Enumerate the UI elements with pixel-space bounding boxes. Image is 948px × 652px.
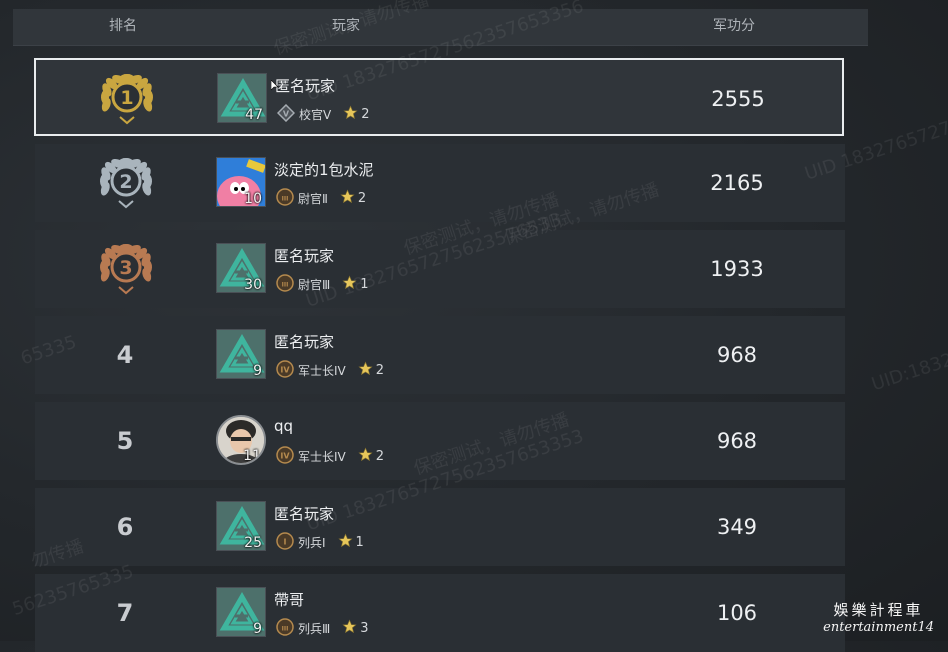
player-avatar[interactable]: 9 — [216, 329, 266, 379]
leaderboard-row[interactable]: 7 9 帶哥 III 列兵Ⅲ 3 106 — [35, 574, 845, 652]
star-count: 2 — [357, 190, 367, 206]
rank-number: 3 — [119, 257, 132, 279]
rank-number: 7 — [116, 599, 134, 627]
brand-title: 娛樂計程車 — [833, 601, 924, 619]
merit-score: 349 — [716, 515, 758, 539]
player-level: 9 — [253, 363, 262, 379]
player-level: 25 — [244, 535, 262, 551]
merit-score: 968 — [716, 429, 758, 453]
star-icon — [342, 275, 360, 293]
military-rank-icon: V — [276, 103, 299, 125]
svg-text:III: III — [282, 625, 289, 632]
rank-medal-icon: 3 — [95, 243, 157, 295]
military-rank-icon: III — [276, 273, 298, 295]
military-rank-icon: I — [276, 531, 298, 553]
rank-number: 6 — [116, 513, 134, 541]
military-rank: I 列兵Ⅰ 1 — [276, 531, 364, 553]
header-score: 军功分 — [713, 18, 755, 34]
header-rank: 排名 — [109, 18, 137, 34]
rank-number: 1 — [120, 87, 133, 109]
military-rank-title: 校官V — [299, 107, 332, 122]
svg-text:I: I — [284, 537, 287, 546]
star-count: 2 — [375, 448, 385, 464]
star-count: 2 — [361, 106, 370, 122]
player-avatar[interactable]: 30 — [216, 243, 266, 293]
player-level: 9 — [253, 621, 262, 637]
player-avatar[interactable]: 10 — [216, 157, 266, 207]
military-rank-icon: IV — [276, 445, 298, 467]
military-rank-title: 尉官Ⅲ — [298, 277, 331, 292]
leaderboard-row[interactable]: 3 30 匿名玩家 III 尉官Ⅲ 1 1933 — [35, 230, 845, 308]
leaderboard-header: 排名 玩家 军功分 — [13, 9, 868, 46]
merit-score: 968 — [716, 343, 758, 367]
military-rank: IV 军士长IV 2 — [276, 359, 385, 381]
star-icon — [337, 533, 356, 551]
brand-logo: 娛樂計程車 entertainment14 — [823, 599, 934, 635]
watermark-text: UID:18327 — [869, 345, 948, 396]
header-player: 玩家 — [332, 18, 360, 34]
star-icon — [358, 447, 376, 465]
player-name[interactable]: 帶哥 — [274, 589, 304, 610]
rank-medal-icon: 1 — [96, 73, 158, 125]
military-rank-icon: IV — [276, 359, 298, 381]
player-level: 11 — [243, 448, 261, 464]
star-count: 1 — [355, 534, 364, 550]
merit-score: 2165 — [710, 171, 764, 195]
player-avatar[interactable]: 9 — [216, 587, 266, 637]
brand-subtitle: entertainment14 — [823, 620, 934, 635]
player-level: 47 — [245, 107, 263, 123]
svg-text:IV: IV — [280, 365, 290, 374]
player-name[interactable]: 淡定的1包水泥 — [274, 159, 374, 180]
star-icon — [343, 105, 361, 123]
merit-score: 1933 — [710, 257, 764, 281]
player-avatar[interactable]: 47 — [217, 73, 267, 123]
leaderboard-row[interactable]: 6 25 匿名玩家 I 列兵Ⅰ 1 349 — [35, 488, 845, 566]
player-avatar[interactable]: 25 — [216, 501, 266, 551]
star-count: 3 — [360, 620, 369, 636]
military-rank-icon: III — [276, 617, 298, 639]
player-avatar[interactable]: 11 — [216, 415, 266, 465]
mouse-cursor-icon — [270, 76, 279, 95]
player-level: 10 — [244, 191, 262, 207]
player-level: 30 — [244, 277, 262, 293]
player-name[interactable]: 匿名玩家 — [274, 245, 334, 266]
star-count: 1 — [360, 276, 369, 292]
rank-number: 4 — [116, 341, 134, 369]
svg-text:III: III — [282, 281, 289, 288]
player-name[interactable]: 匿名玩家 — [274, 331, 334, 352]
rank-medal-icon: 2 — [95, 157, 157, 209]
military-rank-title: 列兵Ⅰ — [298, 535, 326, 550]
star-count: 2 — [375, 362, 385, 378]
military-rank-title: 列兵Ⅲ — [298, 621, 331, 636]
leaderboard-row[interactable]: 2 10 淡定的1包水泥 III 尉官Ⅱ 2 2165 — [35, 144, 845, 222]
svg-text:IV: IV — [280, 451, 290, 460]
military-rank: III 列兵Ⅲ 3 — [276, 617, 369, 639]
player-name[interactable]: 匿名玩家 — [274, 503, 334, 524]
military-rank-icon: III — [276, 187, 298, 209]
leaderboard-row[interactable]: 4 9 匿名玩家 IV 军士长IV 2 968 — [35, 316, 845, 394]
player-name[interactable]: qq — [274, 417, 293, 435]
military-rank-title: 军士长IV — [298, 449, 346, 464]
rank-number: 2 — [119, 171, 132, 193]
player-name[interactable]: 匿名玩家 — [275, 75, 335, 96]
military-rank-title: 尉官Ⅱ — [298, 191, 328, 206]
military-rank-title: 军士长IV — [298, 363, 346, 378]
star-icon — [342, 619, 360, 637]
leaderboard-row[interactable]: 1 47 匿名玩家 V 校官V 2 2555 — [34, 58, 844, 136]
merit-score: 106 — [716, 601, 758, 625]
leaderboard-row[interactable]: 5 11 qq IV 军士长IV 2 968 — [35, 402, 845, 480]
star-icon — [340, 189, 358, 207]
rank-number: 5 — [116, 427, 134, 455]
svg-text:V: V — [283, 109, 290, 118]
svg-text:III: III — [282, 195, 289, 202]
military-rank: III 尉官Ⅲ 1 — [276, 273, 369, 295]
military-rank: V 校官V 2 — [276, 103, 370, 125]
military-rank: IV 军士长IV 2 — [276, 445, 385, 467]
military-rank: III 尉官Ⅱ 2 — [276, 187, 367, 209]
star-icon — [358, 361, 376, 379]
merit-score: 2555 — [711, 87, 765, 111]
